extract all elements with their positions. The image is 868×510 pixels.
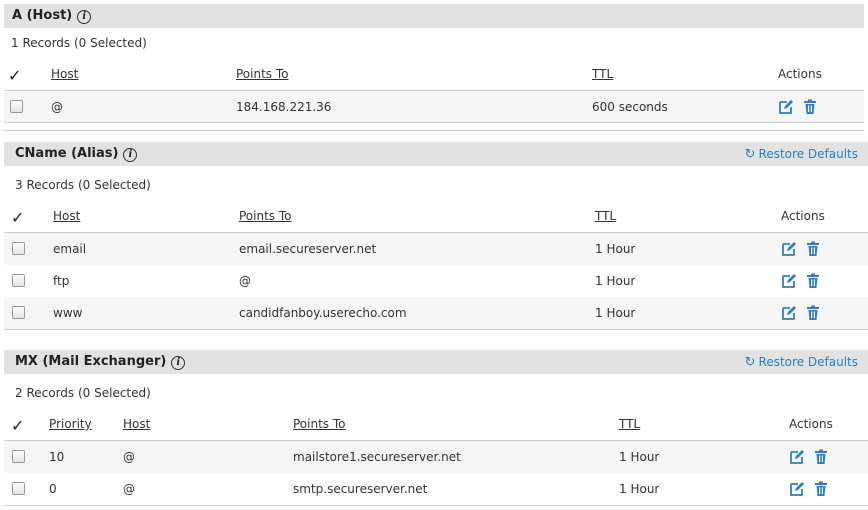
table-row: 10 @ mailstore1.secureserver.net 1 Hour <box>4 441 868 473</box>
row-checkbox[interactable] <box>12 482 25 495</box>
column-ttl[interactable]: TTL <box>592 58 613 90</box>
column-host[interactable]: Host <box>51 58 78 90</box>
info-icon[interactable]: i <box>77 10 92 24</box>
trash-icon[interactable] <box>805 273 821 289</box>
row-points-to: @ <box>239 274 251 288</box>
restore-defaults-label: Restore Defaults <box>758 147 858 161</box>
section-title-text: A (Host) <box>12 8 73 23</box>
records-count: 2 Records (0 Selected) <box>15 386 151 400</box>
trash-icon[interactable] <box>805 241 821 257</box>
column-actions: Actions <box>778 67 822 81</box>
edit-icon[interactable] <box>781 241 797 257</box>
records-count: 1 Records (0 Selected) <box>11 36 147 50</box>
row-ttl: 1 Hour <box>619 482 660 496</box>
column-points-to[interactable]: Points To <box>236 58 289 90</box>
section-header: CName (Alias) i ↻ Restore Defaults <box>4 142 868 166</box>
row-priority: 0 <box>49 482 57 496</box>
column-actions: Actions <box>781 209 825 223</box>
restore-defaults-link[interactable]: ↻ Restore Defaults <box>745 355 858 370</box>
trash-icon[interactable] <box>813 481 829 497</box>
cname-alias-section: CName (Alias) i ↻ Restore Defaults 3 Recor… <box>0 142 868 332</box>
row-checkbox[interactable] <box>12 306 25 319</box>
section-title: A (Host) i <box>12 8 92 24</box>
table-row: @ 184.168.221.36 600 seconds <box>4 91 864 123</box>
section-title: CName (Alias) i <box>15 146 138 162</box>
edit-icon[interactable] <box>789 449 805 465</box>
row-host: email <box>53 242 87 256</box>
trash-icon[interactable] <box>813 449 829 465</box>
edit-icon[interactable] <box>781 273 797 289</box>
section-header: A (Host) i <box>4 4 864 28</box>
divider <box>4 505 868 506</box>
row-ttl: 1 Hour <box>595 274 636 288</box>
row-ttl: 1 Hour <box>619 450 660 464</box>
row-checkbox[interactable] <box>12 242 25 255</box>
column-actions: Actions <box>789 417 833 431</box>
column-points-to[interactable]: Points To <box>239 200 292 232</box>
refresh-icon: ↻ <box>744 355 756 370</box>
table-header: ✓ Priority Host Points To TTL Actions <box>4 408 868 441</box>
records-count: 3 Records (0 Selected) <box>15 178 151 192</box>
column-host[interactable]: Host <box>53 200 80 232</box>
info-icon[interactable]: i <box>123 148 138 162</box>
refresh-icon: ↻ <box>744 147 756 162</box>
restore-defaults-link[interactable]: ↻ Restore Defaults <box>745 147 858 162</box>
table-header: ✓ Host Points To TTL Actions <box>4 58 864 91</box>
mx-mail-exchanger-section: MX (Mail Exchanger) i ↻ Restore Defaults 2… <box>0 350 868 510</box>
row-host: @ <box>123 450 135 464</box>
row-host: @ <box>51 100 63 114</box>
info-icon[interactable]: i <box>171 356 186 370</box>
row-points-to: smtp.secureserver.net <box>293 482 428 496</box>
row-checkbox[interactable] <box>10 100 23 113</box>
column-host[interactable]: Host <box>123 408 150 440</box>
row-host: www <box>53 306 83 320</box>
table-row: ftp @ 1 Hour <box>4 265 868 297</box>
row-points-to: mailstore1.secureserver.net <box>293 450 461 464</box>
edit-icon[interactable] <box>789 481 805 497</box>
row-checkbox[interactable] <box>12 450 25 463</box>
select-all-checkmark-icon[interactable]: ✓ <box>8 66 21 85</box>
section-title-text: CName (Alias) <box>15 146 119 161</box>
column-points-to[interactable]: Points To <box>293 408 346 440</box>
table-row: email email.secureserver.net 1 Hour <box>4 233 868 265</box>
row-ttl: 1 Hour <box>595 306 636 320</box>
a-host-section: A (Host) i 1 Records (0 Selected) ✓ Host … <box>0 0 868 132</box>
row-checkbox[interactable] <box>12 274 25 287</box>
table-row: 0 @ smtp.secureserver.net 1 Hour <box>4 473 868 505</box>
row-points-to: 184.168.221.36 <box>236 100 332 114</box>
edit-icon[interactable] <box>778 99 794 115</box>
trash-icon[interactable] <box>805 305 821 321</box>
restore-defaults-label: Restore Defaults <box>758 355 858 369</box>
divider <box>4 122 864 123</box>
section-title: MX (Mail Exchanger) i <box>15 354 186 370</box>
row-points-to: candidfanboy.userecho.com <box>239 306 407 320</box>
divider <box>4 329 868 330</box>
row-host: ftp <box>53 274 70 288</box>
row-host: @ <box>123 482 135 496</box>
trash-icon[interactable] <box>802 99 818 115</box>
select-all-checkmark-icon[interactable]: ✓ <box>11 416 24 435</box>
column-ttl[interactable]: TTL <box>595 200 616 232</box>
row-priority: 10 <box>49 450 65 464</box>
section-header: MX (Mail Exchanger) i ↻ Restore Defaults <box>4 350 868 374</box>
divider <box>4 130 864 131</box>
row-ttl: 1 Hour <box>595 242 636 256</box>
select-all-checkmark-icon[interactable]: ✓ <box>11 208 24 227</box>
column-ttl[interactable]: TTL <box>619 408 640 440</box>
section-title-text: MX (Mail Exchanger) <box>15 354 167 369</box>
table-row: www candidfanboy.userecho.com 1 Hour <box>4 297 868 329</box>
edit-icon[interactable] <box>781 305 797 321</box>
column-priority[interactable]: Priority <box>49 408 92 440</box>
table-header: ✓ Host Points To TTL Actions <box>4 200 868 233</box>
row-ttl: 600 seconds <box>592 100 668 114</box>
row-points-to: email.secureserver.net <box>239 242 377 256</box>
